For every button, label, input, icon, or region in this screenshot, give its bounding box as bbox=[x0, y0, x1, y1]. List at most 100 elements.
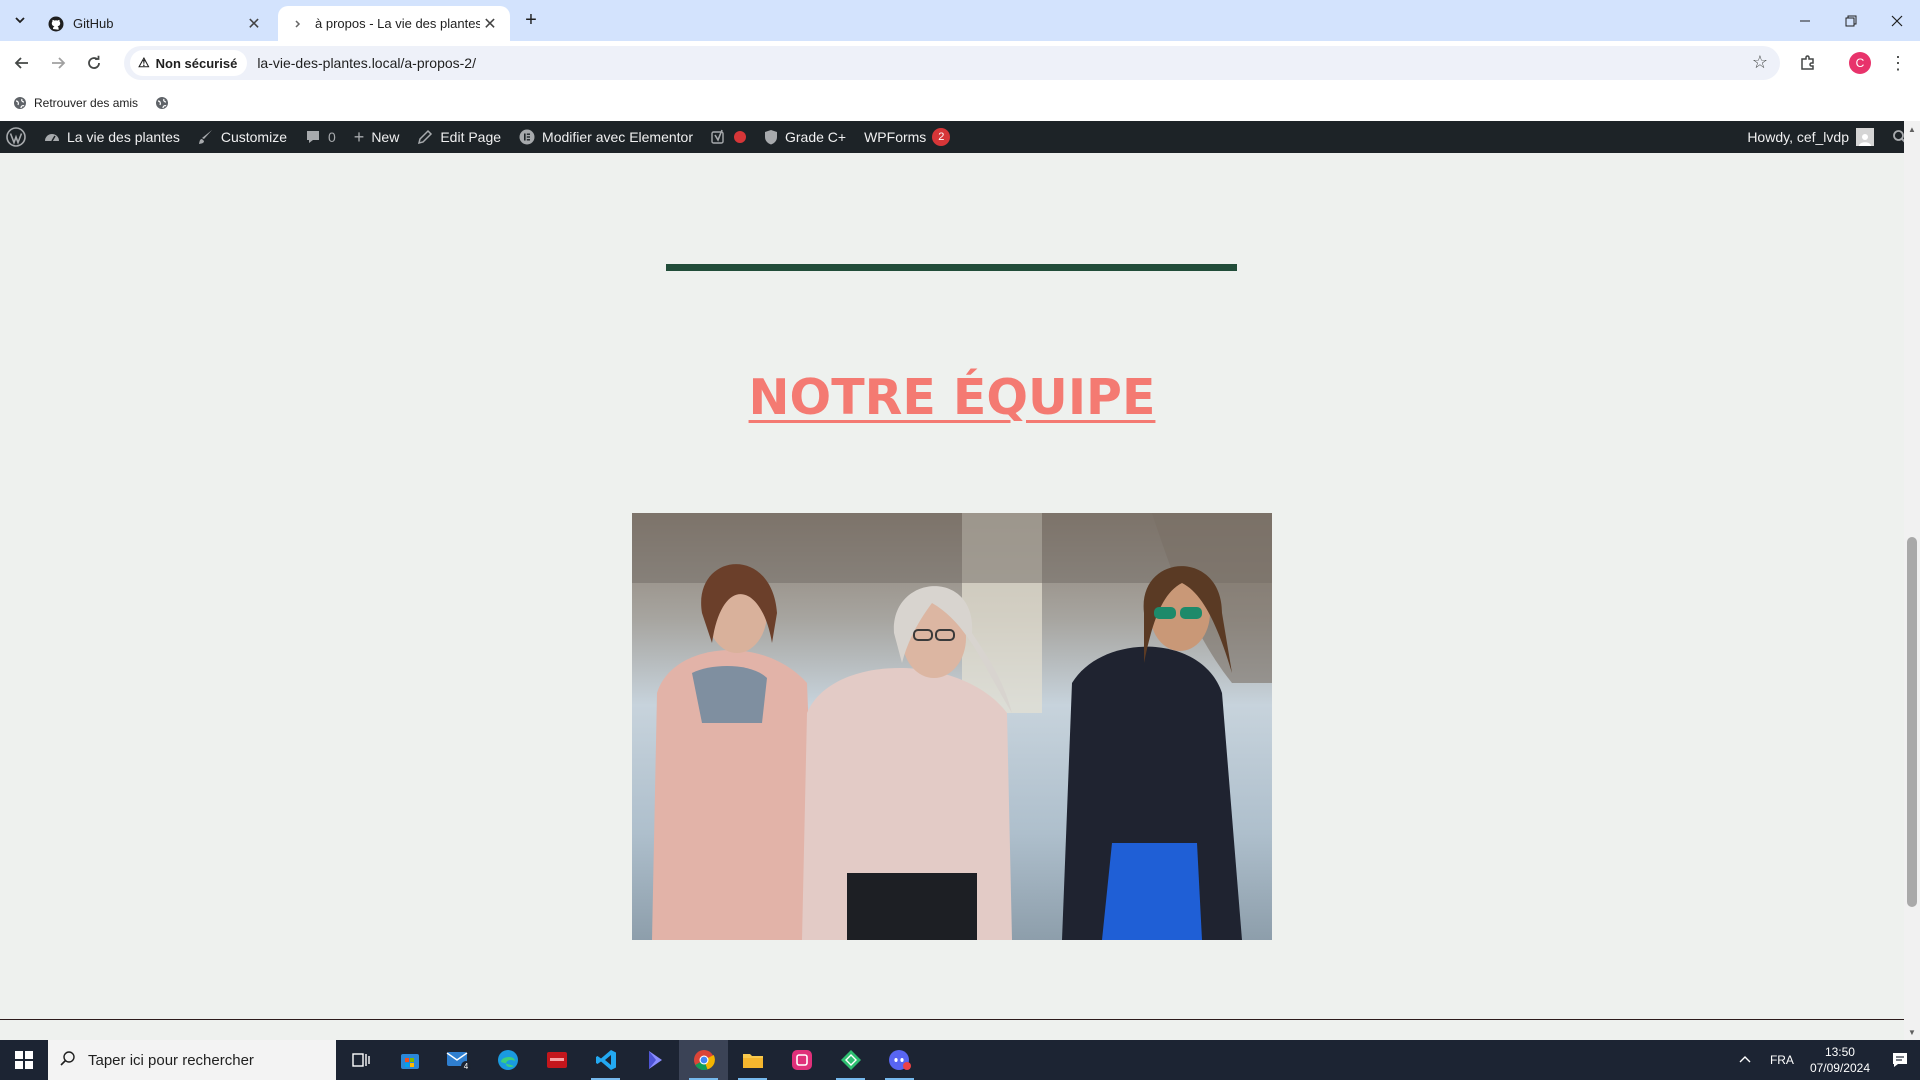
grade-label: Grade C+ bbox=[785, 129, 847, 145]
wordpress-icon bbox=[6, 127, 26, 147]
site-name-label: La vie des plantes bbox=[67, 129, 180, 145]
taskbar-power-automate[interactable] bbox=[630, 1040, 679, 1080]
bookmark-retrouver-des-amis[interactable]: Retrouver des amis bbox=[12, 95, 138, 111]
taskbar-mail[interactable]: 4 bbox=[434, 1040, 483, 1080]
new-label: New bbox=[371, 129, 400, 145]
taskbar-discord[interactable] bbox=[875, 1040, 924, 1080]
elementor-label: Modifier avec Elementor bbox=[542, 129, 693, 145]
admin-edit-page[interactable]: Edit Page bbox=[408, 121, 510, 153]
forward-button[interactable] bbox=[42, 47, 74, 79]
arrow-left-icon bbox=[14, 57, 28, 69]
github-icon bbox=[48, 16, 64, 32]
clock[interactable]: 13:50 07/09/2024 bbox=[1810, 1044, 1870, 1076]
close-tab-icon[interactable]: ✕ bbox=[244, 14, 264, 34]
system-tray: FRA 13:50 07/09/2024 bbox=[1730, 1040, 1920, 1080]
chevron-down-icon bbox=[15, 17, 25, 24]
arrow-right-icon bbox=[52, 57, 66, 69]
close-window-button[interactable] bbox=[1874, 0, 1920, 41]
page-footer bbox=[0, 1019, 1904, 1020]
plus-icon: + bbox=[353, 126, 365, 147]
clock-time: 13:50 bbox=[1824, 1045, 1855, 1059]
tab-title: à propos - La vie des plantes bbox=[315, 16, 480, 31]
task-view-button[interactable] bbox=[336, 1040, 385, 1080]
language-indicator[interactable]: FRA bbox=[1770, 1053, 1794, 1067]
page-scrollbar[interactable]: ▲ ▼ bbox=[1904, 121, 1920, 1040]
admin-security-grade[interactable]: Grade C+ bbox=[755, 121, 855, 153]
wpforms-badge: 2 bbox=[932, 128, 951, 146]
search-icon bbox=[60, 1050, 76, 1070]
admin-elementor[interactable]: Modifier avec Elementor bbox=[510, 121, 702, 153]
warning-icon: ⚠ bbox=[138, 55, 150, 70]
site-info-chip[interactable]: ⚠ Non sécurisé bbox=[130, 50, 248, 76]
address-bar[interactable]: ⚠ Non sécurisé la-vie-des-plantes.local/… bbox=[124, 46, 1780, 80]
taskbar-app-green[interactable] bbox=[826, 1040, 875, 1080]
taskbar-store[interactable] bbox=[385, 1040, 434, 1080]
wpforms-label: WPForms bbox=[864, 129, 927, 145]
tab-a-propos[interactable]: à propos - La vie des plantes ✕ bbox=[278, 6, 510, 41]
dashboard-icon bbox=[44, 129, 60, 145]
puzzle-icon bbox=[1801, 55, 1814, 70]
back-button[interactable] bbox=[6, 47, 38, 79]
user-avatar-icon bbox=[1856, 128, 1874, 146]
minimize-button[interactable] bbox=[1782, 0, 1828, 41]
taskbar-app-red[interactable] bbox=[532, 1040, 581, 1080]
notification-button[interactable] bbox=[1880, 1051, 1920, 1069]
taskbar-app-pink[interactable] bbox=[777, 1040, 826, 1080]
taskbar-vscode[interactable] bbox=[581, 1040, 630, 1080]
admin-new[interactable]: + New bbox=[345, 121, 409, 153]
brush-icon bbox=[198, 129, 214, 145]
windows-taskbar: Taper ici pour rechercher 4 FRA 13:50 07… bbox=[0, 1040, 1920, 1080]
taskbar-search-placeholder: Taper ici pour rechercher bbox=[88, 1051, 254, 1069]
admin-account[interactable]: Howdy, cef_lvdp bbox=[1738, 121, 1883, 153]
globe-icon bbox=[12, 95, 28, 111]
wordpress-logo-button[interactable] bbox=[0, 121, 35, 153]
scroll-down-icon[interactable]: ▼ bbox=[1904, 1024, 1920, 1040]
scrollbar-thumb[interactable] bbox=[1907, 537, 1917, 907]
taskbar-explorer[interactable] bbox=[728, 1040, 777, 1080]
admin-site-name[interactable]: La vie des plantes bbox=[35, 121, 189, 153]
app-red-icon bbox=[546, 1052, 567, 1068]
edit-page-label: Edit Page bbox=[440, 129, 502, 145]
scroll-up-icon[interactable]: ▲ bbox=[1904, 121, 1920, 137]
globe-icon bbox=[154, 95, 170, 111]
store-icon bbox=[400, 1054, 419, 1069]
url-text[interactable]: la-vie-des-plantes.local/a-propos-2/ bbox=[257, 55, 476, 71]
discord-icon bbox=[888, 1050, 911, 1070]
start-button[interactable] bbox=[0, 1040, 48, 1080]
bookmark-globe[interactable] bbox=[154, 95, 176, 111]
comments-count: 0 bbox=[328, 129, 336, 145]
taskbar-search[interactable]: Taper ici pour rechercher bbox=[48, 1040, 336, 1080]
restore-button[interactable] bbox=[1828, 0, 1874, 41]
close-tab-icon[interactable]: ✕ bbox=[480, 14, 500, 34]
tray-chevron-icon[interactable] bbox=[1730, 1053, 1760, 1067]
bookmark-star-icon[interactable]: ☆ bbox=[1752, 52, 1768, 73]
browser-toolbar: ⚠ Non sécurisé la-vie-des-plantes.local/… bbox=[0, 41, 1920, 85]
tab-title: GitHub bbox=[73, 16, 114, 31]
shield-icon bbox=[764, 129, 778, 145]
chrome-icon bbox=[693, 1050, 715, 1071]
taskbar-edge[interactable] bbox=[483, 1040, 532, 1080]
minimize-icon bbox=[1800, 20, 1810, 21]
admin-customize[interactable]: Customize bbox=[189, 121, 296, 153]
wp-admin-bar: La vie des plantes Customize 0 + New Edi… bbox=[0, 121, 1920, 153]
admin-wpforms[interactable]: WPForms 2 bbox=[855, 121, 959, 153]
new-tab-button[interactable]: + bbox=[520, 9, 542, 31]
tab-github[interactable]: GitHub ✕ bbox=[38, 6, 274, 41]
admin-yoast[interactable] bbox=[702, 121, 755, 153]
power-automate-icon bbox=[648, 1051, 662, 1069]
app-green-icon bbox=[840, 1050, 861, 1070]
reload-button[interactable] bbox=[78, 47, 110, 79]
tab-search-button[interactable] bbox=[9, 9, 31, 31]
task-view-icon bbox=[351, 1053, 370, 1067]
profile-button[interactable]: C bbox=[1844, 47, 1876, 79]
extensions-button[interactable] bbox=[1792, 47, 1824, 79]
admin-comments[interactable]: 0 bbox=[296, 121, 345, 153]
app-pink-icon bbox=[791, 1050, 812, 1070]
security-label: Non sécurisé bbox=[155, 55, 238, 71]
menu-button[interactable]: ⋮ bbox=[1882, 47, 1914, 79]
team-heading[interactable]: NOTRE ÉQUIPE bbox=[0, 369, 1904, 426]
kebab-menu-icon: ⋮ bbox=[1889, 52, 1907, 73]
mail-badge: 4 bbox=[463, 1062, 468, 1071]
bookmark-label: Retrouver des amis bbox=[34, 96, 139, 110]
taskbar-chrome[interactable] bbox=[679, 1040, 728, 1080]
